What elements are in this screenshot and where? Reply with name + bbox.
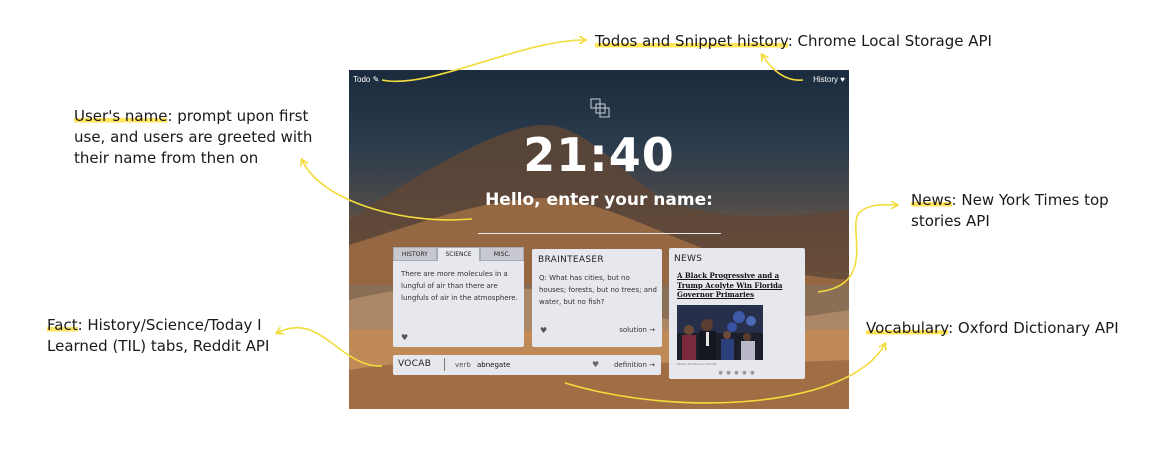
todo-link[interactable]: Todo ✎ [353, 75, 379, 84]
app-logo-icon [590, 98, 610, 118]
annotation-fact-term: Fact [47, 316, 78, 334]
news-headline-link[interactable]: A Black Progressive and a Trump Acolyte … [677, 271, 801, 300]
fact-heart-icon[interactable]: ♥ [401, 333, 408, 342]
solution-link[interactable]: solution → [619, 326, 655, 334]
annotation-fact: Fact: History/Science/Today I Learned (T… [47, 315, 287, 357]
vocab-word: abnegate [477, 361, 511, 369]
brainteaser-title: BRAINTEASER [538, 255, 604, 265]
brainteaser-card: BRAINTEASER Q: What has cities, but no h… [532, 249, 662, 347]
brainteaser-question: Q: What has cities, but no houses; fores… [539, 274, 657, 306]
fact-tabs: HISTORY SCIENCE MISC. [393, 247, 525, 261]
tab-misc[interactable]: MISC. [480, 247, 525, 261]
annotation-vocabulary: Vocabulary: Oxford Dictionary API [866, 318, 1119, 339]
annotation-username-term: User's name [74, 107, 168, 125]
annotation-vocabulary-term: Vocabulary [866, 319, 949, 337]
tab-science[interactable]: SCIENCE [436, 247, 481, 261]
news-photo [677, 305, 763, 360]
vocab-divider [444, 358, 445, 371]
annotation-fact-desc: : History/Science/Today I Learned (TIL) … [47, 316, 270, 355]
annotation-news: News: New York Times top stories API [911, 190, 1111, 232]
annotation-username: User's name: prompt upon first use, and … [74, 106, 344, 169]
history-link[interactable]: History ♥ [813, 75, 845, 84]
new-tab-dashboard: Todo ✎ History ♥ 21:40 Hello, enter your… [349, 70, 849, 409]
name-input-underline[interactable] [478, 233, 721, 234]
annotation-storage-term: Todos and Snippet history [595, 32, 788, 50]
brainteaser-heart-icon[interactable]: ♥ [540, 326, 547, 335]
annotation-vocabulary-desc: : Oxford Dictionary API [948, 319, 1119, 337]
news-photo-caption: Photo: Primaries in Florida [677, 362, 717, 366]
clock: 21:40 [523, 128, 675, 182]
news-card: NEWS A Black Progressive and a Trump Aco… [669, 248, 805, 379]
tab-history[interactable]: HISTORY [393, 247, 437, 261]
annotation-news-term: News [911, 191, 952, 209]
greeting-prompt: Hello, enter your name: [485, 190, 713, 210]
definition-link[interactable]: definition → [614, 361, 655, 369]
vocab-part-of-speech: verb [455, 361, 471, 369]
news-title: NEWS [674, 254, 703, 264]
annotation-storage: Todos and Snippet history: Chrome Local … [595, 31, 992, 52]
vocab-label: VOCAB [398, 359, 432, 369]
fact-card: HISTORY SCIENCE MISC. There are more mol… [393, 247, 525, 347]
fact-text: There are more molecules in a lungful of… [401, 270, 518, 302]
annotation-storage-desc: : Chrome Local Storage API [787, 32, 992, 50]
vocab-heart-icon[interactable]: ♥ [592, 360, 599, 369]
vocab-bar: VOCAB verb abnegate ♥ definition → [393, 355, 661, 375]
news-carousel-dots[interactable]: ● ● ● ● ● [669, 370, 805, 376]
